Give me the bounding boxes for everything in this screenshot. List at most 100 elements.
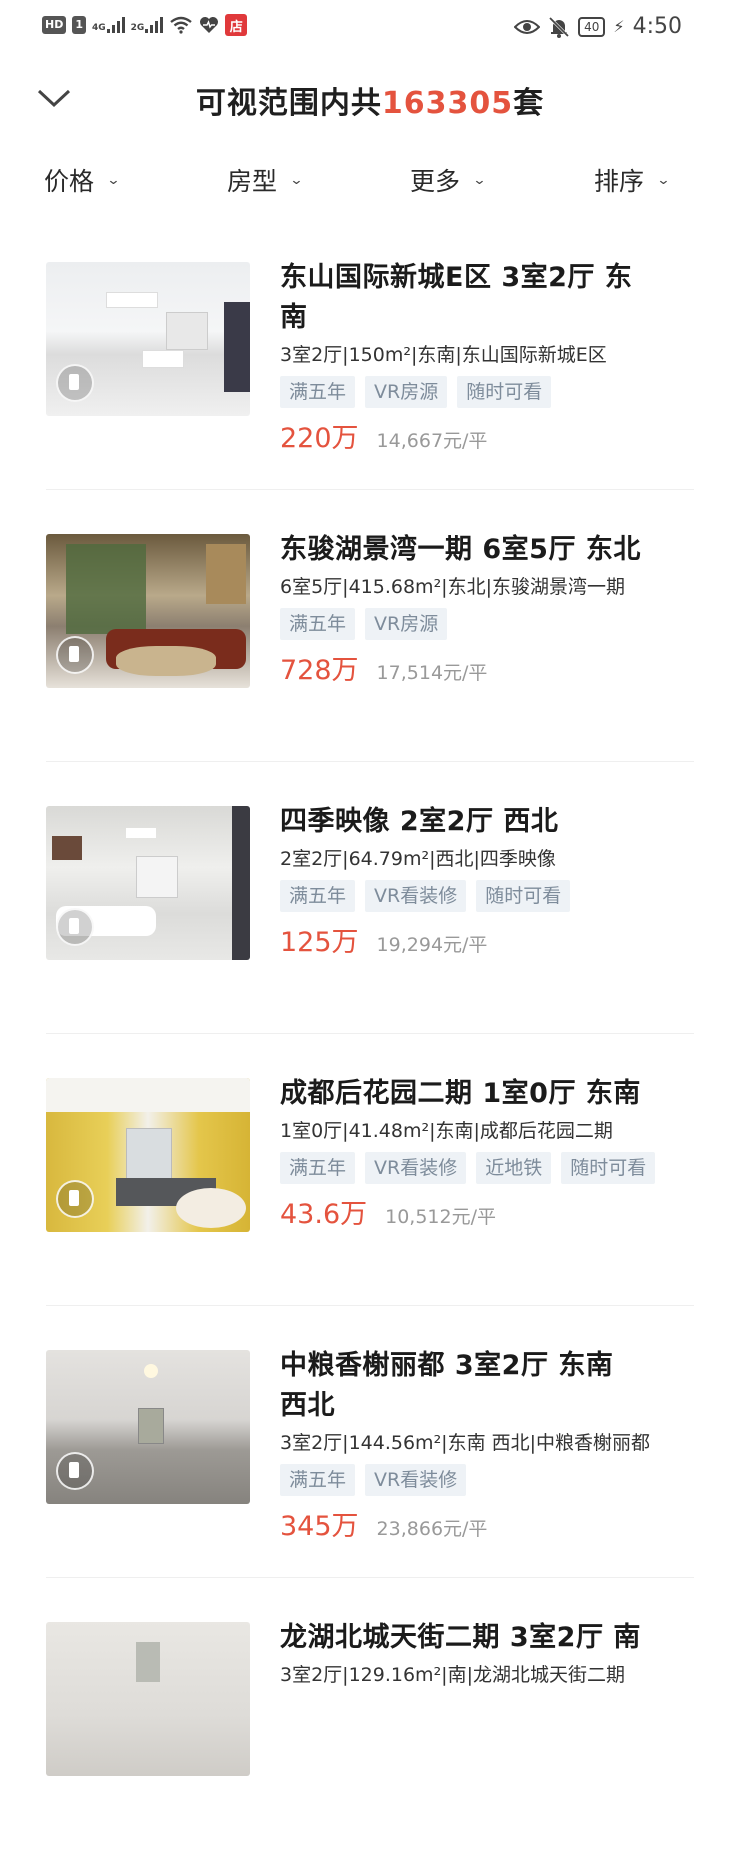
sim-badge: 1 [72, 16, 86, 34]
listing-title: 东骏湖景湾一期 6室5厅 东北 [280, 530, 694, 570]
listing-item[interactable]: 中粮香榭丽都 3室2厅 东南 西北 3室2厅|144.56m²|东南 西北|中粮… [46, 1346, 694, 1578]
listing-photo[interactable] [46, 262, 250, 416]
page-title: 可视范围内共163305套 [0, 78, 740, 122]
listing-tags: 满五年 VR房源 随时可看 [280, 376, 694, 408]
tag: 满五年 [280, 1152, 356, 1184]
unit-price: 14,667元/平 [376, 430, 488, 452]
tag: VR房源 [365, 608, 448, 640]
unit-price: 23,866元/平 [376, 1518, 488, 1540]
tag: 满五年 [280, 376, 356, 408]
vr-tour-icon[interactable] [56, 1452, 94, 1490]
signal-icon-2: 2G [131, 17, 164, 33]
listing-info: 四季映像 2室2厅 西北 2室2厅|64.79m²|西北|四季映像 满五年 VR… [280, 802, 694, 959]
title-prefix: 可视范围内共 [195, 86, 382, 121]
tag: 近地铁 [476, 1152, 552, 1184]
tag: VR看装修 [365, 1464, 467, 1496]
listing-photo[interactable] [46, 1622, 250, 1776]
title-suffix: 套 [513, 86, 545, 121]
tag: 随时可看 [457, 376, 552, 408]
listing-title-line: 成都后花园二期 1室0厅 东南 [280, 1078, 641, 1109]
total-price: 125万 [280, 927, 359, 958]
total-price: 43.6万 [280, 1199, 368, 1230]
listing-title-line: 龙湖北城天街二期 3室2厅 南 [280, 1622, 641, 1653]
listing-title: 四季映像 2室2厅 西北 [280, 802, 694, 842]
filter-label: 排序 [594, 167, 645, 196]
heart-pulse-icon [200, 17, 219, 33]
listing-title: 东山国际新城E区 3室2厅 东 南 [280, 258, 694, 338]
listing-desc: 6室5厅|415.68m²|东北|东骏湖景湾一期 [280, 576, 625, 598]
status-left: HD 1 4G 2G 店 [42, 14, 248, 36]
listing-desc: 3室2厅|129.16m²|南|龙湖北城天街二期 [280, 1664, 625, 1686]
listing-desc: 1室0厅|41.48m²|东南|成都后花园二期 [280, 1120, 613, 1142]
listing-photo[interactable] [46, 1078, 250, 1232]
listing-list: 东山国际新城E区 3室2厅 东 南 3室2厅|150m²|东南|东山国际新城E区… [0, 258, 740, 1850]
listing-info: 成都后花园二期 1室0厅 东南 1室0厅|41.48m²|东南|成都后花园二期 … [280, 1074, 694, 1231]
unit-price: 19,294元/平 [376, 934, 488, 956]
filter-sort[interactable]: 排序 ⌄ [594, 162, 671, 198]
listing-photo[interactable] [46, 1350, 250, 1504]
listing-desc: 3室2厅|150m²|东南|东山国际新城E区 [280, 344, 607, 366]
tag: 满五年 [280, 1464, 356, 1496]
listing-tags: 满五年 VR看装修 近地铁 随时可看 [280, 1152, 694, 1184]
listing-title-line: 东山国际新城E区 3室2厅 东 [280, 262, 633, 293]
listing-title-line: 南 [280, 302, 308, 333]
wifi-icon [170, 16, 193, 34]
price-row: 43.6万 10,512元/平 [280, 1192, 694, 1231]
battery-indicator: 40 [578, 16, 606, 37]
listing-item[interactable]: 成都后花园二期 1室0厅 东南 1室0厅|41.48m²|东南|成都后花园二期 … [46, 1074, 694, 1306]
listing-info: 东骏湖景湾一期 6室5厅 东北 6室5厅|415.68m²|东北|东骏湖景湾一期… [280, 530, 694, 687]
listing-tags: 满五年 VR看装修 随时可看 [280, 880, 694, 912]
vr-tour-icon[interactable] [56, 636, 94, 674]
listing-item[interactable]: 东骏湖景湾一期 6室5厅 东北 6室5厅|415.68m²|东北|东骏湖景湾一期… [46, 530, 694, 762]
listing-info: 东山国际新城E区 3室2厅 东 南 3室2厅|150m²|东南|东山国际新城E区… [280, 258, 694, 455]
listing-title: 中粮香榭丽都 3室2厅 东南 西北 [280, 1346, 694, 1426]
listing-title-line: 四季映像 2室2厅 西北 [280, 806, 559, 837]
signal-icon: 4G [92, 17, 125, 33]
header: 可视范围内共163305套 [0, 70, 740, 130]
listing-item[interactable]: 龙湖北城天街二期 3室2厅 南 3室2厅|129.16m²|南|龙湖北城天街二期 [46, 1618, 694, 1850]
price-row: 728万 17,514元/平 [280, 648, 694, 687]
listing-count: 163305 [381, 86, 514, 121]
filter-label: 更多 [410, 167, 461, 196]
caret-down-icon: ⌄ [656, 172, 671, 188]
vr-tour-icon[interactable] [56, 908, 94, 946]
listing-desc: 2室2厅|64.79m²|西北|四季映像 [280, 848, 556, 870]
vr-tour-icon[interactable] [56, 1180, 94, 1218]
listing-item[interactable]: 东山国际新城E区 3室2厅 东 南 3室2厅|150m²|东南|东山国际新城E区… [46, 258, 694, 490]
filter-layout[interactable]: 房型 ⌄ [227, 162, 304, 198]
network-type-2: 2G [130, 23, 145, 33]
status-bar: HD 1 4G 2G 店 40 ⚡ 4:50 [0, 0, 740, 56]
unit-price: 17,514元/平 [376, 662, 488, 684]
listing-desc: 3室2厅|144.56m²|东南 西北|中粮香榭丽都 [280, 1432, 651, 1454]
vr-tour-icon[interactable] [56, 364, 94, 402]
listing-title: 成都后花园二期 1室0厅 东南 [280, 1074, 694, 1114]
listing-info: 龙湖北城天街二期 3室2厅 南 3室2厅|129.16m²|南|龙湖北城天街二期 [280, 1618, 694, 1690]
listing-photo[interactable] [46, 806, 250, 960]
charging-icon: ⚡ [613, 17, 625, 36]
mute-bell-icon [549, 16, 570, 38]
eye-icon [514, 19, 541, 34]
total-price: 728万 [280, 655, 359, 686]
store-app-icon: 店 [225, 14, 248, 36]
tag: VR看装修 [365, 1152, 467, 1184]
listing-photo[interactable] [46, 534, 250, 688]
listing-title-line: 中粮香榭丽都 3室2厅 东南 [280, 1350, 614, 1381]
tag: 满五年 [280, 608, 356, 640]
total-price: 345万 [280, 1511, 359, 1542]
listing-title-line: 东骏湖景湾一期 6室5厅 东北 [280, 534, 641, 565]
filter-label: 价格 [44, 167, 95, 196]
hd-badge: HD [42, 16, 67, 34]
tag: 随时可看 [561, 1152, 656, 1184]
listing-item[interactable]: 四季映像 2室2厅 西北 2室2厅|64.79m²|西北|四季映像 满五年 VR… [46, 802, 694, 1034]
caret-down-icon: ⌄ [106, 172, 121, 188]
price-row: 345万 23,866元/平 [280, 1504, 694, 1543]
network-type-1: 4G [92, 23, 106, 33]
tag: 满五年 [280, 880, 356, 912]
tag: VR看装修 [365, 880, 467, 912]
status-right: 40 ⚡ 4:50 [514, 14, 682, 39]
filter-more[interactable]: 更多 ⌄ [410, 162, 487, 198]
clock: 4:50 [632, 14, 682, 39]
listing-info: 中粮香榭丽都 3室2厅 东南 西北 3室2厅|144.56m²|东南 西北|中粮… [280, 1346, 694, 1543]
filter-price[interactable]: 价格 ⌄ [44, 162, 121, 198]
listing-tags: 满五年 VR看装修 [280, 1464, 694, 1496]
